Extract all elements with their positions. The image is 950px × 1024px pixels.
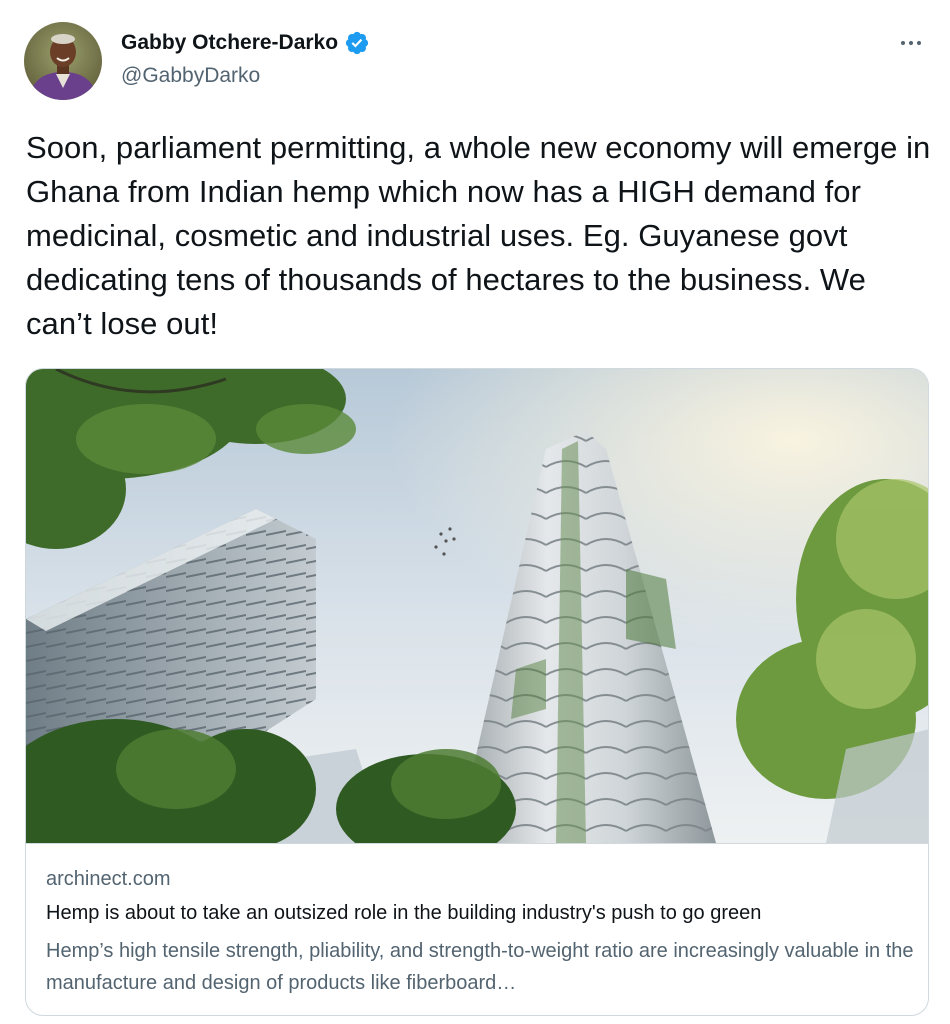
author-name-row: Gabby Otchere-Darko [121,30,370,56]
card-domain: archinect.com [46,868,171,890]
link-card[interactable]: archinect.com Hemp is about to take an o… [25,368,929,1016]
more-dot [909,41,913,45]
card-image [26,369,928,843]
tweet-container: Gabby Otchere-Darko @GabbyDarko Soon, pa… [0,0,950,1024]
more-dot [917,41,921,45]
author-handle[interactable]: @GabbyDarko [121,64,260,88]
avatar[interactable] [24,22,102,100]
verified-badge-icon [344,30,370,56]
tweet-text: Soon, parliament permitting, a whole new… [26,130,931,341]
card-description: Hemp’s high tensile strength, pliability… [46,940,914,994]
card-divider [26,843,928,844]
more-dot [901,41,905,45]
card-title: Hemp is about to take an outsized role i… [46,902,762,924]
avatar-photo [24,22,102,100]
more-options-icon[interactable] [894,30,928,56]
display-name[interactable]: Gabby Otchere-Darko [121,31,338,55]
